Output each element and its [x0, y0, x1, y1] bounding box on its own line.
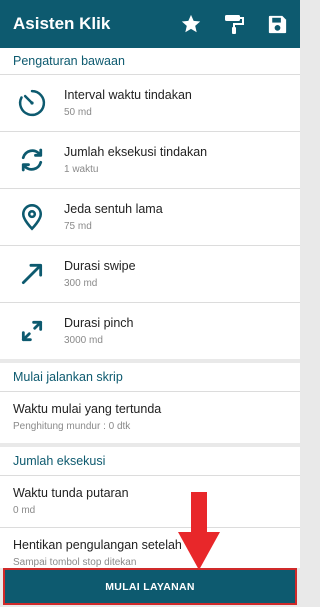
setting-label: Jumlah eksekusi tindakan — [64, 144, 208, 159]
setting-pinch-duration[interactable]: Durasi pinch 3000 md — [0, 302, 300, 359]
arrow-down-icon — [178, 492, 220, 570]
setting-value: 1 waktu — [64, 163, 99, 175]
setting-value: Sampai tombol stop ditekan — [13, 557, 137, 568]
setting-value: 0 md — [13, 505, 36, 516]
settings-list[interactable]: Pengaturan bawaan Interval waktu tindaka… — [0, 48, 300, 568]
start-service-button[interactable]: MULAI LAYANAN — [3, 568, 297, 605]
setting-label: Durasi swipe — [64, 258, 136, 273]
setting-value: 300 md — [64, 277, 98, 289]
setting-value: 75 md — [64, 220, 92, 232]
setting-action-count[interactable]: Jumlah eksekusi tindakan 1 waktu — [0, 131, 300, 188]
setting-long-touch-delay[interactable]: Jeda sentuh lama 75 md — [0, 188, 300, 245]
setting-value: Penghitung mundur : 0 dtk — [13, 421, 131, 432]
diagonal-arrow-icon — [0, 261, 64, 287]
setting-label: Waktu mulai yang tertunda — [13, 402, 162, 416]
repeat-icon — [0, 146, 64, 174]
timer-icon — [0, 88, 64, 118]
setting-label: Waktu tunda putaran — [13, 486, 129, 500]
save-icon[interactable] — [264, 11, 290, 37]
setting-stop-loop[interactable]: Hentikan pengulangan setelah Sampai tomb… — [0, 527, 300, 568]
setting-value: 50 md — [64, 106, 92, 118]
setting-action-interval[interactable]: Interval waktu tindakan 50 md — [0, 74, 300, 131]
execution-count-section: Jumlah eksekusi Waktu tunda putaran 0 md… — [0, 447, 300, 568]
setting-swipe-duration[interactable]: Durasi swipe 300 md — [0, 245, 300, 302]
pinch-arrows-icon — [0, 318, 64, 344]
setting-label: Interval waktu tindakan — [64, 87, 192, 102]
default-settings-section: Pengaturan bawaan Interval waktu tindaka… — [0, 48, 300, 359]
app-bar: Asisten Klik — [0, 0, 300, 48]
setting-label: Hentikan pengulangan setelah — [13, 538, 182, 552]
section-header-execution-count: Jumlah eksekusi — [0, 447, 300, 475]
star-icon[interactable] — [178, 11, 204, 37]
section-header-run-script: Mulai jalankan skrip — [0, 363, 300, 391]
paint-roller-icon[interactable] — [221, 11, 247, 37]
setting-label: Jeda sentuh lama — [64, 201, 163, 216]
setting-value: 3000 md — [64, 334, 103, 346]
run-script-section: Mulai jalankan skrip Waktu mulai yang te… — [0, 363, 300, 443]
section-header-default-settings: Pengaturan bawaan — [0, 48, 300, 74]
setting-loop-delay[interactable]: Waktu tunda putaran 0 md — [0, 475, 300, 527]
setting-label: Durasi pinch — [64, 315, 134, 330]
setting-delayed-start[interactable]: Waktu mulai yang tertunda Penghitung mun… — [0, 391, 300, 443]
app-title: Asisten Klik — [13, 14, 111, 33]
location-pin-icon — [0, 202, 64, 232]
